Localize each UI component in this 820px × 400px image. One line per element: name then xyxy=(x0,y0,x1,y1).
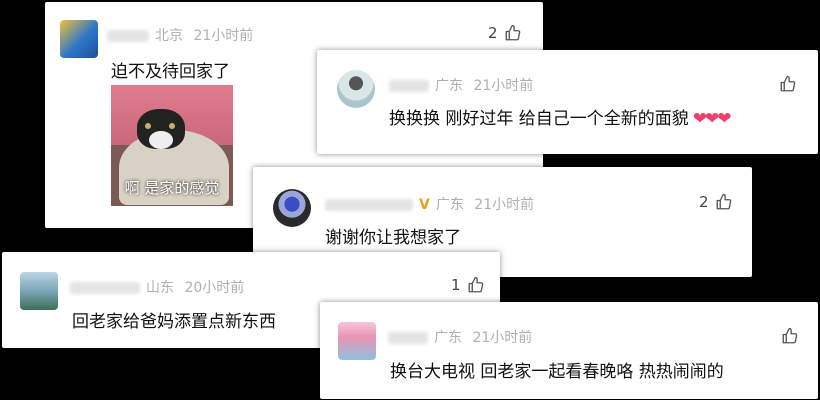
comment-meta: V 广东 21小时前 xyxy=(325,194,534,214)
avatar[interactable] xyxy=(60,20,98,58)
like-button[interactable]: 2 xyxy=(488,24,522,42)
comment-card-5: 广东 21小时前 换台大电视 回老家一起看春晚咯 热热闹闹的 xyxy=(320,302,818,399)
sticker-caption: 啊 是家的感觉 xyxy=(124,179,220,197)
comment-text: 回老家给爸妈添置点新东西 xyxy=(72,312,276,332)
like-button[interactable]: 2 xyxy=(699,193,733,211)
timestamp: 21小时前 xyxy=(472,330,533,346)
avatar[interactable] xyxy=(20,272,58,310)
location: 山东 xyxy=(146,280,174,296)
thumbs-up-icon xyxy=(780,75,796,92)
location: 广东 xyxy=(435,78,463,94)
location: 北京 xyxy=(155,28,183,44)
comment-meta: 北京 21小时前 xyxy=(107,25,253,45)
location: 广东 xyxy=(434,330,462,346)
thumbs-up-icon xyxy=(505,24,520,41)
like-button[interactable]: 1 xyxy=(451,276,485,294)
like-count: 1 xyxy=(451,276,461,294)
timestamp: 20小时前 xyxy=(184,280,245,296)
avatar[interactable] xyxy=(338,322,376,360)
comment-meta: 广东 21小时前 xyxy=(389,75,533,95)
timestamp: 21小时前 xyxy=(473,78,534,94)
verified-badge: V xyxy=(419,197,430,213)
like-button[interactable] xyxy=(781,327,799,345)
comment-text: 换换换 刚好过年 给自己一个全新的面貌 ❤❤❤ xyxy=(389,104,732,129)
avatar[interactable] xyxy=(337,70,375,108)
like-button[interactable] xyxy=(779,75,797,93)
heart-emojis: ❤❤❤ xyxy=(692,109,732,129)
comment-text: 换台大电视 回老家一起看春晚咯 热热闹闹的 xyxy=(390,362,724,382)
comment-text: 迫不及待回家了 xyxy=(111,62,230,82)
timestamp: 21小时前 xyxy=(193,28,254,44)
timestamp: 21小时前 xyxy=(474,197,535,213)
thumbs-up-icon xyxy=(782,327,798,344)
thumbs-up-icon xyxy=(468,276,483,293)
thumbs-up-icon xyxy=(716,193,731,210)
comment-card-2: 广东 21小时前 换换换 刚好过年 给自己一个全新的面貌 ❤❤❤ xyxy=(317,50,818,154)
like-count: 2 xyxy=(488,24,498,42)
comment-text: 谢谢你让我想家了 xyxy=(325,228,461,248)
cat-sticker-image[interactable]: 啊 是家的感觉 xyxy=(111,85,233,206)
like-count: 2 xyxy=(699,193,709,211)
comment-meta: 广东 21小时前 xyxy=(388,327,532,347)
comment-text-body: 换换换 刚好过年 给自己一个全新的面貌 xyxy=(389,109,689,129)
location: 广东 xyxy=(435,197,464,213)
avatar[interactable] xyxy=(273,189,311,227)
comment-meta: 山东 20小时前 xyxy=(70,277,244,297)
